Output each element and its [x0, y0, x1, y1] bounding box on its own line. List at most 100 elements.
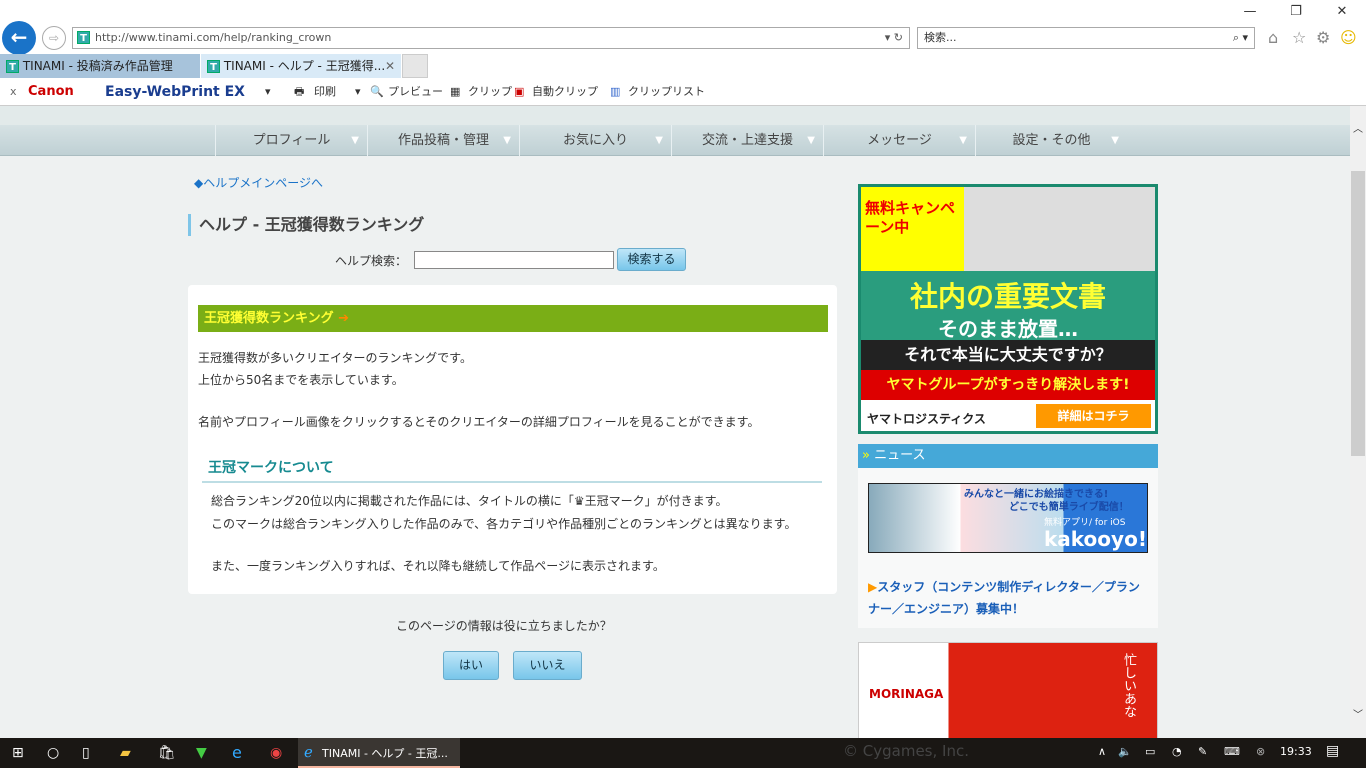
content-panel: 王冠獲得数ランキング ➔ 王冠獲得数が多いクリエイターのランキングです。 上位か… — [188, 285, 837, 594]
ad-brand: ヤマトロジスティクス — [867, 412, 986, 426]
wallpaper-text: © Cygames, Inc. — [843, 742, 969, 760]
address-bar[interactable]: Thttp://www.tinami.com/help/ranking_crow… — [72, 27, 910, 49]
nav-label: 交流・上達支援 — [701, 133, 793, 148]
refresh-icon[interactable]: ▾ ↻ — [885, 28, 903, 48]
feedback-question: このページの情報は役に立ちましたか？ — [396, 619, 612, 633]
morinaga-logo: MORINAGA — [869, 687, 944, 701]
keyboard-icon[interactable]: ⌨ — [1224, 745, 1240, 758]
pen-icon[interactable]: ✎ — [1198, 745, 1207, 758]
dropdown-arrow-icon: ▼ — [807, 135, 815, 146]
description-line: 名前やプロフィール画像をクリックするとそのクリエイターの詳細プロフィールを見るこ… — [198, 415, 760, 429]
easy-webprint-menu[interactable]: Easy-WebPrint EX — [105, 78, 245, 106]
description-line: 上位から50名までを表示しています。 — [198, 373, 404, 387]
kakooyo-logo: kakooyo! — [1044, 527, 1147, 551]
kakooyo-banner[interactable]: みんなと一緒にお絵描きできる! どこでも簡単ライブ配信！ 無料アプリ/ for … — [868, 483, 1148, 553]
search-icon[interactable]: ⌕ ▾ — [1233, 28, 1248, 48]
search-box[interactable]: 検索... ⌕ ▾ — [917, 27, 1255, 49]
address-row: ← ⇨ Thttp://www.tinami.com/help/ranking_… — [0, 20, 1366, 55]
chevron-down-icon[interactable]: ▾ — [265, 78, 271, 106]
back-button[interactable]: ← — [2, 21, 36, 55]
close-window-button[interactable]: ✕ — [1322, 4, 1362, 19]
show-hidden-icons[interactable]: ∧ — [1098, 745, 1106, 758]
help-search-input[interactable] — [414, 251, 614, 269]
ad-subline: そのまま放置… — [938, 317, 1078, 341]
help-search-button[interactable]: 検索する — [617, 248, 686, 271]
forward-button[interactable]: ⇨ — [42, 26, 66, 50]
taskbar-ie-window[interactable]: ℯ TINAMI - ヘルプ - 王冠... — [298, 738, 460, 768]
action-center-icon[interactable]: ▤ — [1326, 743, 1339, 759]
tab-manage-works[interactable]: T TINAMI - 投稿済み作品管理 — [0, 54, 200, 78]
tab-label: TINAMI - ヘルプ - 王冠獲得... — [223, 59, 386, 73]
nav-works[interactable]: 作品投稿・管理 ▼ — [367, 125, 519, 156]
clip-list-icon: ▥ — [610, 85, 621, 98]
nav-favorites[interactable]: お気に入り ▼ — [519, 125, 671, 156]
nav-messages[interactable]: メッセージ ▼ — [823, 125, 975, 156]
task-view-icon[interactable]: ▯ — [82, 745, 90, 761]
home-icon[interactable]: ⌂ — [1268, 28, 1278, 47]
web-page: プロフィール ▼ 作品投稿・管理 ▼ お気に入り ▼ 交流・上達支援 ▼ メッセージ ▼ … — [0, 106, 1350, 738]
file-explorer-icon[interactable]: ▰ — [120, 745, 131, 761]
nav-label: メッセージ — [867, 133, 932, 148]
dropdown-arrow-icon: ▼ — [503, 135, 511, 146]
yamato-ad-banner[interactable]: 無料キャンペーン中 社内の重要文書 そのまま放置… それで本当に大丈夫ですか？ … — [858, 184, 1158, 434]
section-title: 王冠獲得数ランキング — [204, 311, 334, 326]
nav-profile[interactable]: プロフィール ▼ — [215, 125, 367, 156]
clip-button[interactable]: クリップ — [468, 78, 512, 106]
taskbar-window-label: TINAMI - ヘルプ - 王冠... — [322, 747, 448, 760]
favorites-star-icon[interactable]: ☆ — [1292, 28, 1306, 47]
preview-button[interactable]: プレビュー — [388, 78, 443, 106]
vertical-scrollbar[interactable]: ︿ ﹀ — [1350, 106, 1366, 738]
status-x-icon[interactable]: ⊗ — [1256, 745, 1265, 758]
battery-icon[interactable]: ▭ — [1145, 745, 1155, 758]
clock[interactable]: 19:33 — [1280, 745, 1312, 758]
close-tab-icon[interactable]: ✕ — [385, 54, 395, 78]
nav-settings[interactable]: 設定・その他 ▼ — [975, 125, 1127, 156]
preview-icon: 🔍 — [370, 85, 384, 98]
smiley-feedback-icon[interactable]: ☺ — [1340, 28, 1357, 47]
store-icon[interactable]: 🛍 — [158, 745, 176, 761]
scroll-up-icon[interactable]: ︿ — [1353, 120, 1363, 135]
edge-icon[interactable]: e — [232, 743, 242, 762]
nav-community[interactable]: 交流・上達支援 ▼ — [671, 125, 823, 156]
dropdown-arrow-icon: ▼ — [1111, 135, 1119, 146]
clip-list-button[interactable]: クリップリスト — [628, 78, 705, 106]
app-icon[interactable]: ▼ — [196, 745, 207, 761]
page-title: ヘルプ - 王冠獲得数ランキング — [188, 214, 424, 236]
volume-icon[interactable]: 🔈 — [1118, 745, 1132, 758]
main-nav: プロフィール ▼ 作品投稿・管理 ▼ お気に入り ▼ 交流・上達支援 ▼ メッセージ ▼ … — [0, 125, 1350, 156]
help-main-link[interactable]: ◆ヘルプメインページへ — [194, 174, 323, 191]
feedback-no-button[interactable]: いいえ — [513, 651, 582, 680]
ad-cta-button[interactable]: 詳細はコチラ — [1036, 404, 1151, 428]
nav-label: お気に入り — [562, 133, 628, 148]
new-tab-button[interactable] — [402, 54, 428, 78]
ad-solution: ヤマトグループがすっきり解決します! — [861, 370, 1155, 400]
close-toolbar-button[interactable]: x — [10, 78, 17, 106]
ie-icon: ℯ — [304, 743, 313, 761]
chrome-icon[interactable]: ◉ — [270, 745, 282, 761]
scrollbar-thumb[interactable] — [1351, 171, 1365, 456]
clip-icon: ▦ — [450, 85, 461, 98]
site-header-logo[interactable] — [0, 106, 1350, 125]
wifi-icon[interactable]: ◔ — [1172, 745, 1182, 758]
ad-vertical-text: 忙しいあな — [1121, 653, 1136, 718]
site-favicon: T — [6, 60, 19, 73]
tab-help-crown[interactable]: T TINAMI - ヘルプ - 王冠獲得... ✕ — [201, 54, 401, 78]
tab-label: TINAMI - 投稿済み作品管理 — [22, 59, 173, 73]
windows-start-icon[interactable]: ⊞ — [12, 745, 24, 761]
subsection-title: 王冠マークについて — [202, 457, 822, 483]
search-placeholder: 検索... — [924, 31, 957, 44]
gear-icon[interactable]: ⚙ — [1316, 28, 1330, 47]
scroll-down-icon[interactable]: ﹀ — [1353, 706, 1363, 721]
site-favicon: T — [77, 31, 90, 44]
morinaga-ad[interactable]: MORINAGA 忙しいあな — [858, 642, 1158, 738]
minimize-button[interactable]: — — [1230, 4, 1270, 19]
feedback-yes-button[interactable]: はい — [443, 651, 499, 680]
cortana-icon[interactable]: ○ — [47, 745, 59, 761]
chevron-down-icon[interactable]: ▾ — [355, 78, 361, 106]
dropdown-arrow-icon: ▼ — [959, 135, 967, 146]
auto-clip-button[interactable]: 自動クリップ — [532, 78, 598, 106]
print-button[interactable]: 印刷 — [314, 78, 336, 106]
dropdown-arrow-icon: ▼ — [655, 135, 663, 146]
news-item-link[interactable]: ▶スタッフ（コンテンツ制作ディレクター／プランナー／エンジニア）募集中！ — [868, 576, 1148, 620]
restore-button[interactable]: ❐ — [1276, 4, 1316, 19]
